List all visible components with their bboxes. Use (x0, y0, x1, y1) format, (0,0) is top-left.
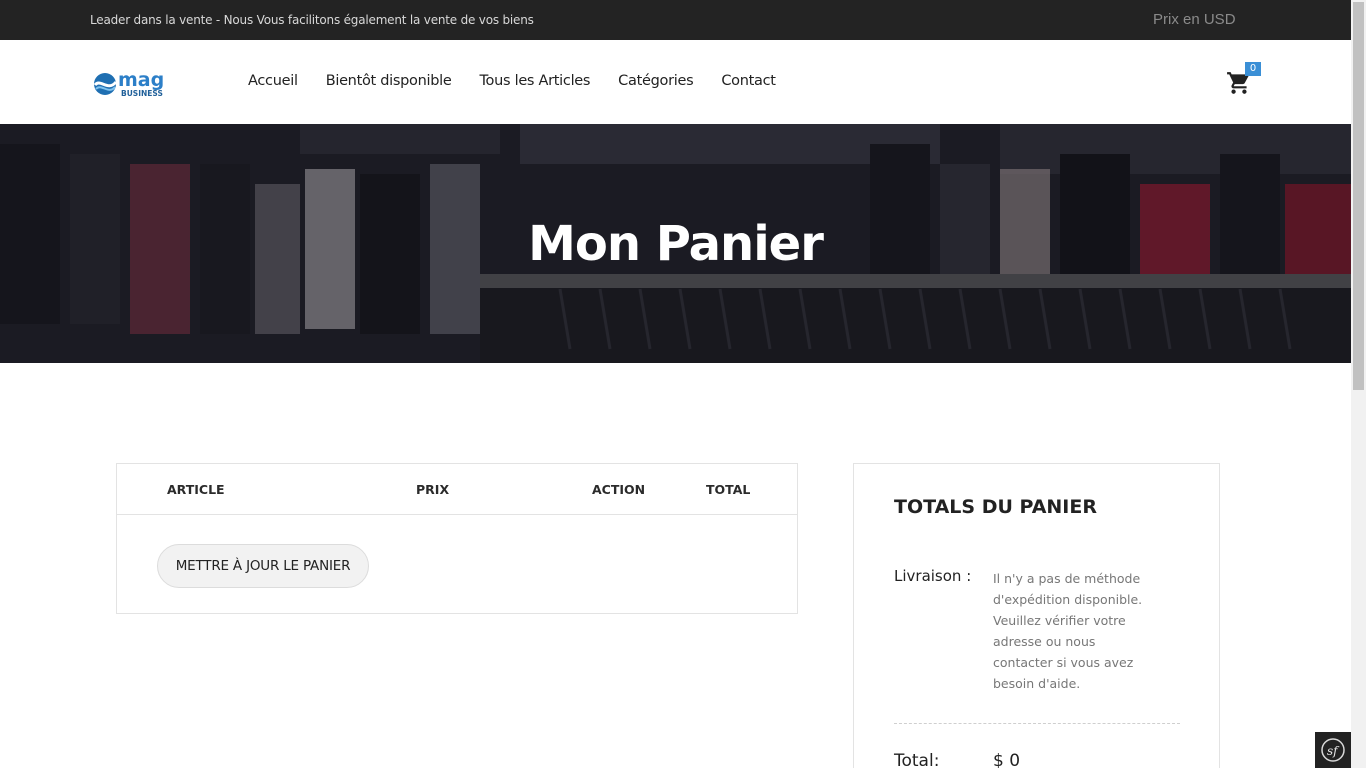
site-header: mag BUSINESS Accueil Bientôt disponible … (0, 40, 1351, 124)
nav-item-accueil[interactable]: Accueil (248, 73, 298, 89)
symfony-icon[interactable]: sf (1315, 732, 1351, 768)
tagline: Leader dans la vente - Nous Vous facilit… (90, 13, 534, 27)
hero-banner: Mon Panier (0, 124, 1351, 363)
scrollbar-thumb[interactable] (1353, 2, 1364, 390)
column-header-action: ACTION (592, 482, 646, 497)
svg-text:mag: mag (118, 69, 164, 91)
svg-text:sf: sf (1327, 744, 1340, 758)
currency-label[interactable]: Prix en USD (1153, 11, 1236, 28)
nav-item-bientot-disponible[interactable]: Bientôt disponible (326, 73, 452, 89)
total-value: $ 0 (993, 751, 1021, 768)
svg-text:BUSINESS: BUSINESS (121, 89, 163, 98)
shipping-label: Livraison : (894, 567, 972, 585)
column-header-total: TOTAL (706, 482, 751, 497)
cart-totals-panel: TOTALS DU PANIER Livraison : Il n'y a pa… (853, 463, 1220, 768)
page-scrollbar[interactable] (1351, 0, 1366, 768)
main-nav: Accueil Bientôt disponible Tous les Arti… (248, 73, 804, 89)
top-bar: Leader dans la vente - Nous Vous facilit… (0, 0, 1351, 40)
totals-divider (894, 723, 1180, 724)
nav-item-contact[interactable]: Contact (721, 73, 776, 89)
column-header-article: ARTICLE (167, 482, 225, 497)
site-logo[interactable]: mag BUSINESS (92, 68, 178, 100)
page-title: Mon Panier (528, 216, 824, 272)
column-header-prix: PRIX (416, 482, 450, 497)
nav-item-tous-les-articles[interactable]: Tous les Articles (479, 73, 590, 89)
logo-icon: mag BUSINESS (93, 69, 164, 98)
cart-table: ARTICLE PRIX ACTION TOTAL METTRE À JOUR … (116, 463, 798, 614)
total-label: Total: (894, 751, 940, 768)
nav-item-categories[interactable]: Catégories (618, 73, 693, 89)
shipping-message: Il n'y a pas de méthode d'expédition dis… (993, 571, 1143, 691)
cart-count-badge: 0 (1245, 62, 1261, 76)
cart-table-header: ARTICLE PRIX ACTION TOTAL (117, 464, 797, 515)
cart-totals-title: TOTALS DU PANIER (894, 496, 1097, 518)
update-cart-button[interactable]: METTRE À JOUR LE PANIER (157, 544, 369, 588)
